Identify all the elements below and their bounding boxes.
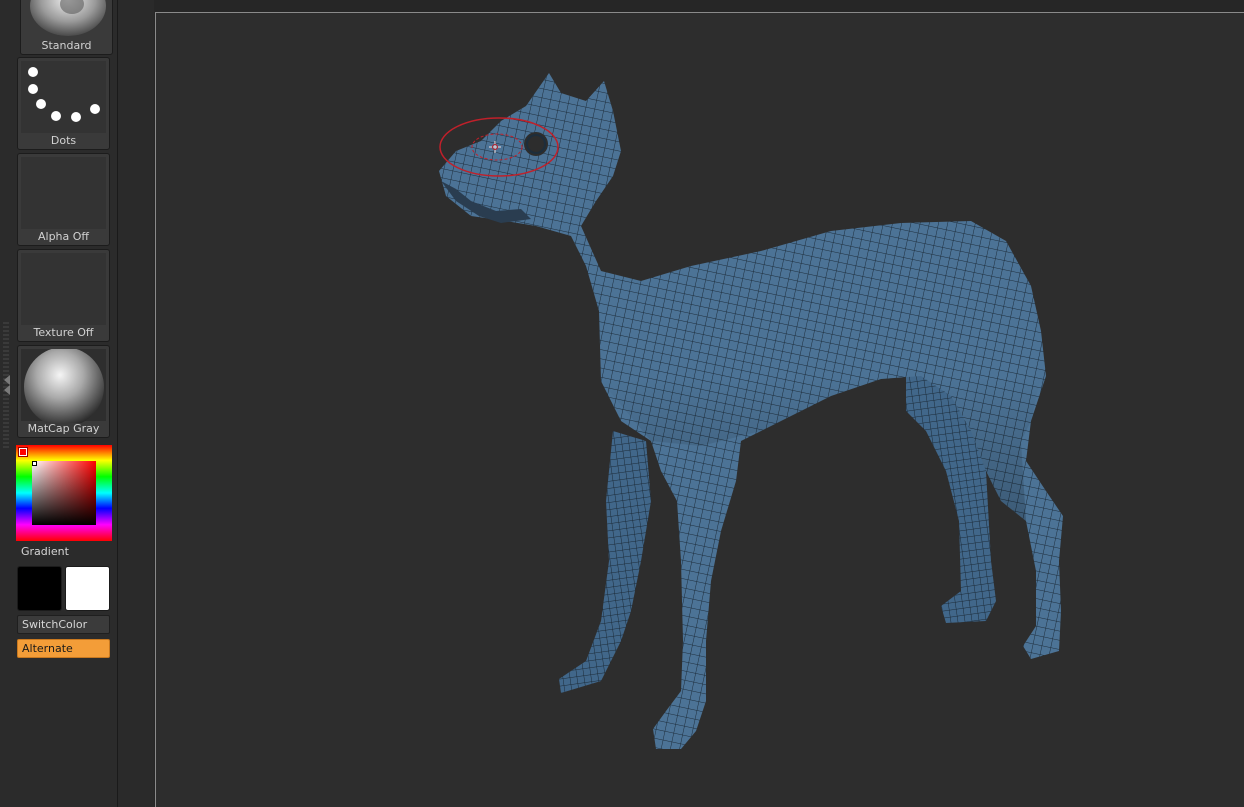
alpha-label: Alpha Off [37,230,89,243]
main-color-swatch[interactable] [17,566,62,611]
secondary-color-swatch[interactable] [65,566,110,611]
hue-marker[interactable] [18,447,28,457]
sv-marker[interactable] [32,461,37,466]
alternate-button[interactable]: Alternate [17,639,110,658]
matcap-sphere-icon [21,347,106,427]
collapse-arrow-icon[interactable] [3,374,11,396]
dots-stroke-icon [21,61,106,133]
saturation-value-field[interactable] [32,461,96,525]
material-label: MatCap Gray [27,422,100,435]
left-shelf: Standard Dots Alpha Off Texture Off MatC… [0,0,118,807]
texture-off-icon [21,253,106,325]
alpha-tile[interactable]: Alpha Off [17,153,110,246]
dog-mesh-model[interactable] [156,13,1244,807]
standard-brush-icon [24,0,109,38]
shelf-gutter [118,0,154,807]
stroke-label: Dots [50,134,77,147]
brush-label: Standard [41,39,92,52]
material-tile[interactable]: MatCap Gray [17,345,110,438]
stroke-tile-dots[interactable]: Dots [17,57,110,150]
switch-color-button[interactable]: SwitchColor [17,615,110,634]
texture-tile[interactable]: Texture Off [17,249,110,342]
gradient-label[interactable]: Gradient [17,543,110,561]
brush-tile-standard[interactable]: Standard [20,0,113,55]
alpha-off-icon [21,157,106,229]
document-canvas[interactable] [155,12,1244,807]
color-picker[interactable] [16,445,112,541]
texture-label: Texture Off [33,326,94,339]
